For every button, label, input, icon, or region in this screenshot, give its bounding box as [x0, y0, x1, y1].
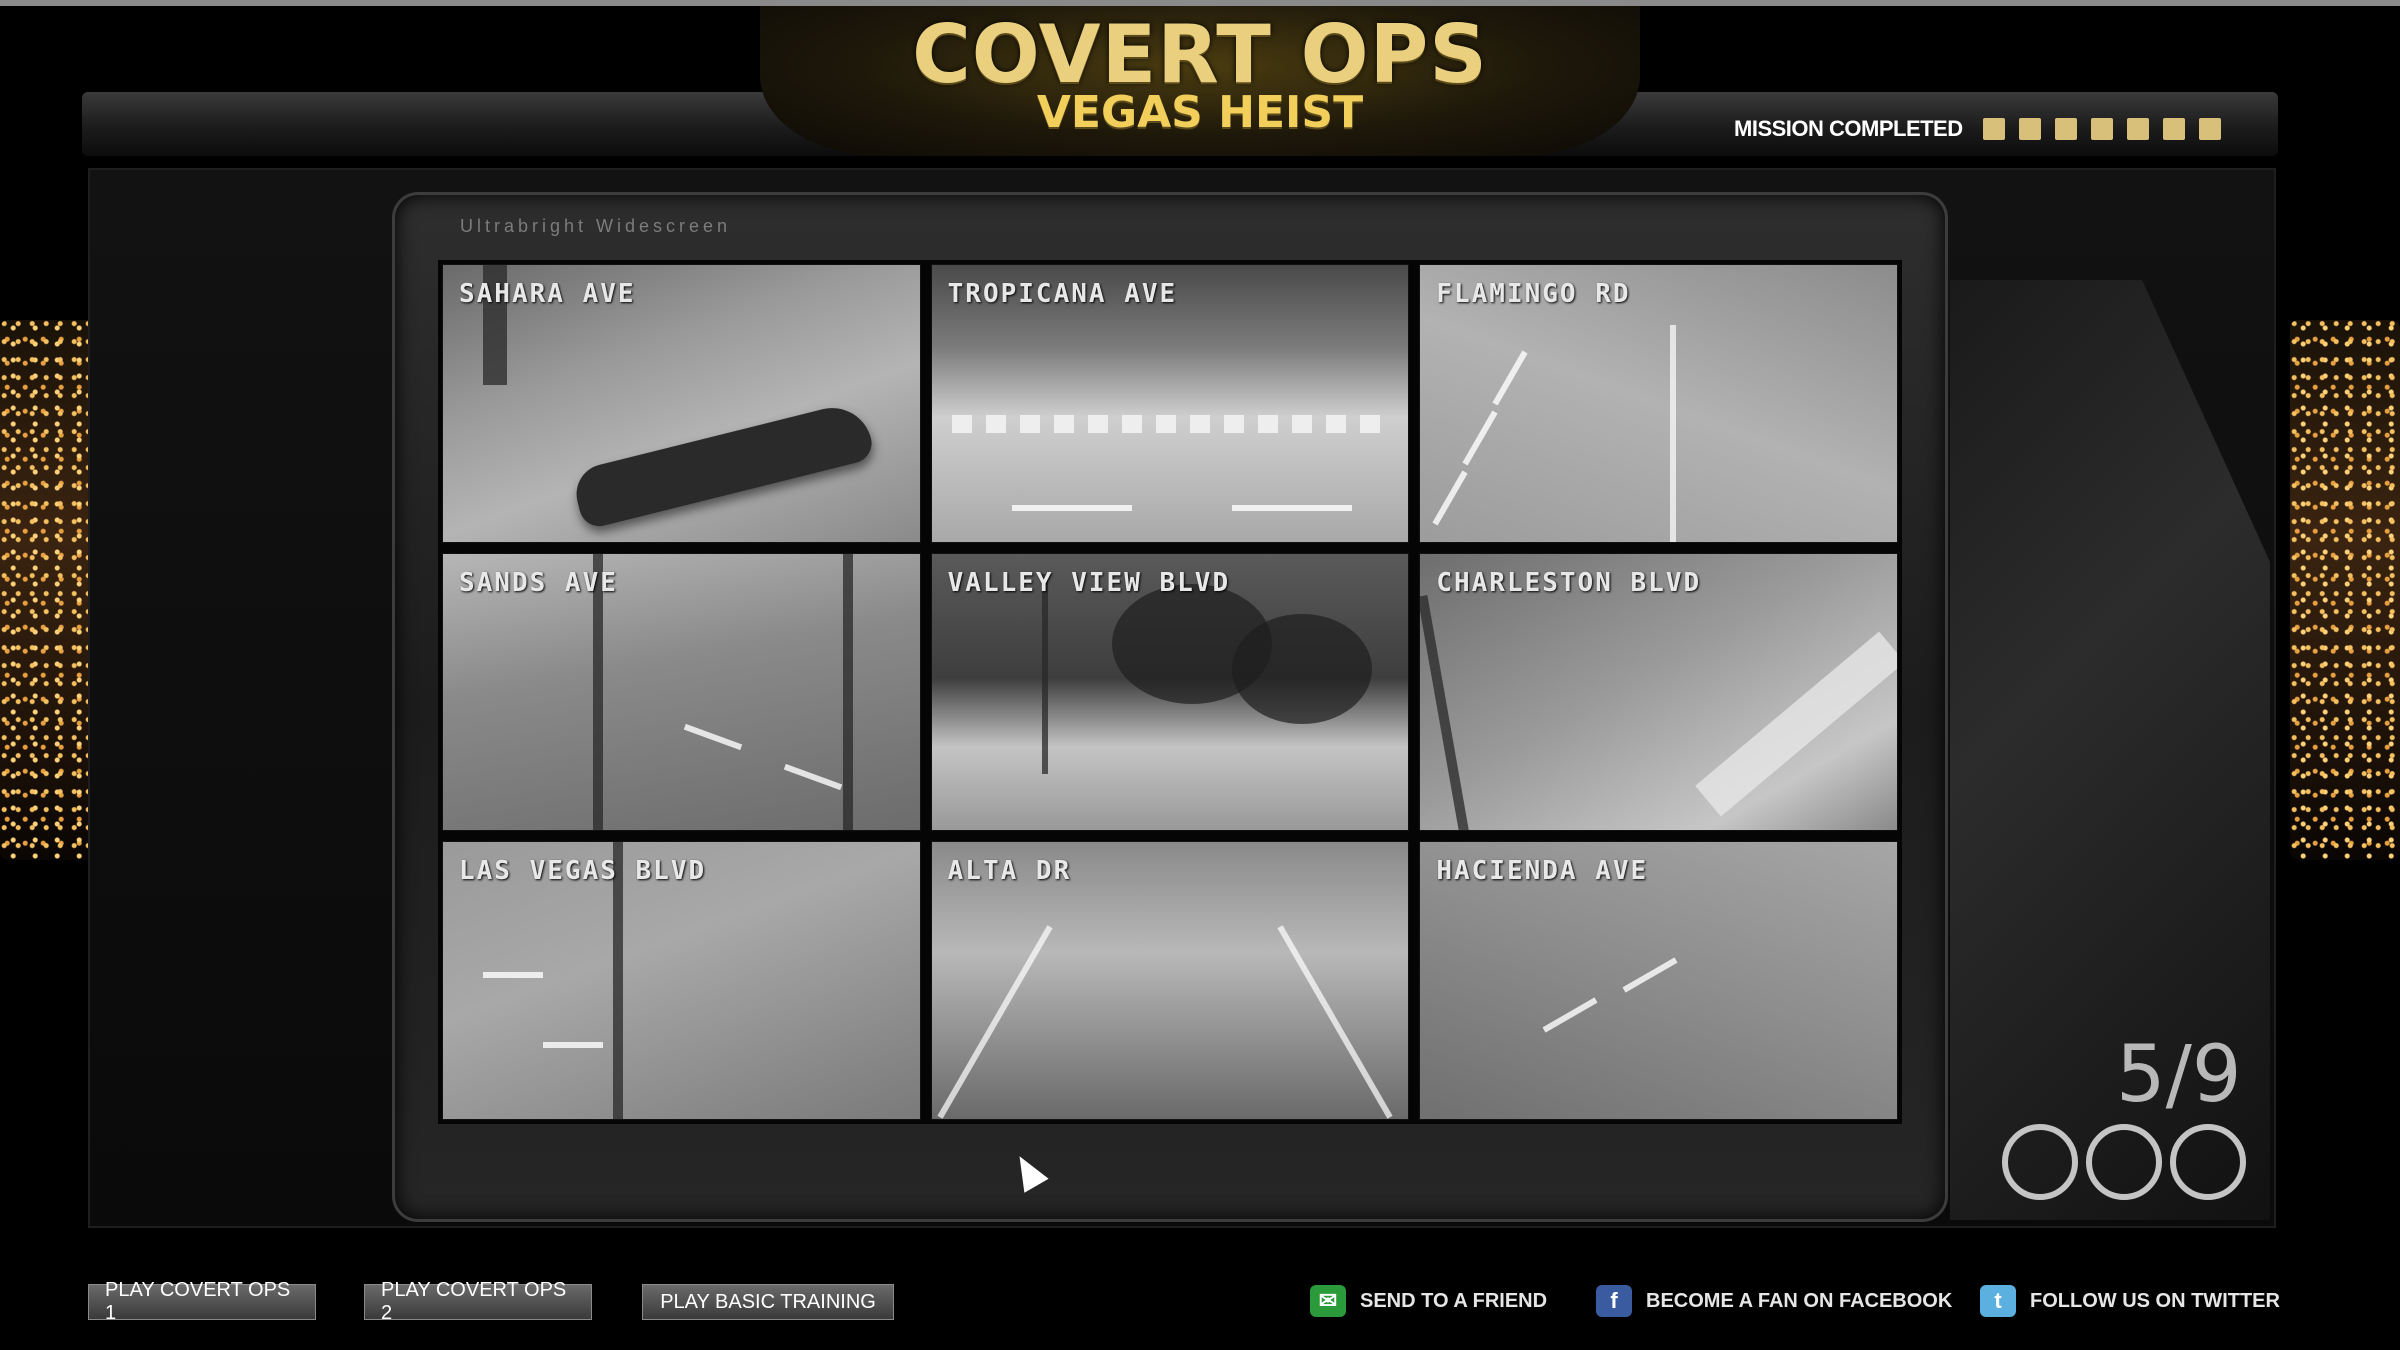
- camera-feed-charleston-blvd[interactable]: CHARLESTON BLVD: [1419, 552, 1898, 832]
- mission-label: MISSION COMPLETED: [1734, 116, 1963, 141]
- attempt-rings: [2002, 1124, 2246, 1200]
- play-covert-ops-2-button[interactable]: PLAY COVERT OPS 2: [364, 1279, 592, 1324]
- limousine: [570, 399, 876, 531]
- play-covert-ops-1-button[interactable]: PLAY COVERT OPS 1: [88, 1279, 316, 1324]
- mission-box: [2054, 118, 2077, 140]
- camera-feed-tropicana-ave[interactable]: TROPICANA AVE: [930, 264, 1410, 543]
- camera-label: SANDS AVE: [459, 567, 618, 598]
- mission-box: [2090, 118, 2113, 140]
- share-icon: ✉: [1310, 1285, 1346, 1317]
- facebook-label: BECOME A FAN ON FACEBOOK: [1646, 1289, 1953, 1312]
- monitor-brand: Ultrabright Widescreen: [460, 216, 732, 236]
- send-to-friend-link[interactable]: ✉ SEND TO A FRIEND: [1310, 1282, 1547, 1320]
- camera-feed-valley-view-blvd[interactable]: VALLEY VIEW BLVD: [930, 552, 1410, 832]
- camera-feed-sands-ave[interactable]: SANDS AVE: [442, 552, 921, 832]
- camera-feed-las-vegas-blvd[interactable]: LAS VEGAS BLVD: [442, 841, 921, 1120]
- twitter-link[interactable]: t FOLLOW US ON TWITTER: [1980, 1282, 2280, 1320]
- mission-box: [1982, 118, 2005, 140]
- ring-indicator: [2086, 1124, 2162, 1200]
- send-to-friend-label: SEND TO A FRIEND: [1360, 1289, 1548, 1312]
- camera-label: VALLEY VIEW BLVD: [947, 567, 1231, 598]
- camera-grid: SAHARA AVE TROPICANA AVE FLAMINGO RD SAN…: [438, 260, 1902, 1124]
- twitter-icon: t: [1980, 1285, 2016, 1317]
- city-lights-right: [2290, 320, 2400, 860]
- mission-progress: MISSION COMPLETED: [1734, 112, 2221, 146]
- twitter-label: FOLLOW US ON TWITTER: [2030, 1289, 2280, 1312]
- camera-label: ALTA DR: [947, 856, 1072, 887]
- camera-label: TROPICANA AVE: [947, 279, 1178, 309]
- mission-box: [2198, 118, 2221, 140]
- camera-feed-alta-dr[interactable]: ALTA DR: [930, 841, 1410, 1120]
- camera-label: FLAMINGO RD: [1436, 279, 1631, 309]
- mission-box: [2162, 118, 2185, 140]
- ring-indicator: [2002, 1124, 2078, 1200]
- camera-label: HACIENDA AVE: [1436, 856, 1649, 887]
- facebook-link[interactable]: f BECOME A FAN ON FACEBOOK: [1596, 1282, 1952, 1320]
- camera-feed-flamingo-rd[interactable]: FLAMINGO RD: [1419, 264, 1898, 543]
- camera-label: LAS VEGAS BLVD: [459, 856, 707, 887]
- play-basic-training-button[interactable]: PLAY BASIC TRAINING: [642, 1284, 894, 1320]
- camera-feed-sahara-ave[interactable]: SAHARA AVE: [442, 264, 921, 543]
- mission-box: [2018, 118, 2041, 140]
- ring-indicator: [2170, 1124, 2246, 1200]
- game-subtitle: VEGAS HEIST: [1036, 87, 1364, 138]
- camera-feed-hacienda-ave[interactable]: HACIENDA AVE: [1419, 841, 1898, 1120]
- camera-counter: 5/9: [2116, 1030, 2242, 1120]
- camera-label: SAHARA AVE: [459, 279, 636, 309]
- mission-box: [2126, 118, 2149, 140]
- facebook-icon: f: [1596, 1285, 1632, 1317]
- camera-label: CHARLESTON BLVD: [1436, 567, 1702, 598]
